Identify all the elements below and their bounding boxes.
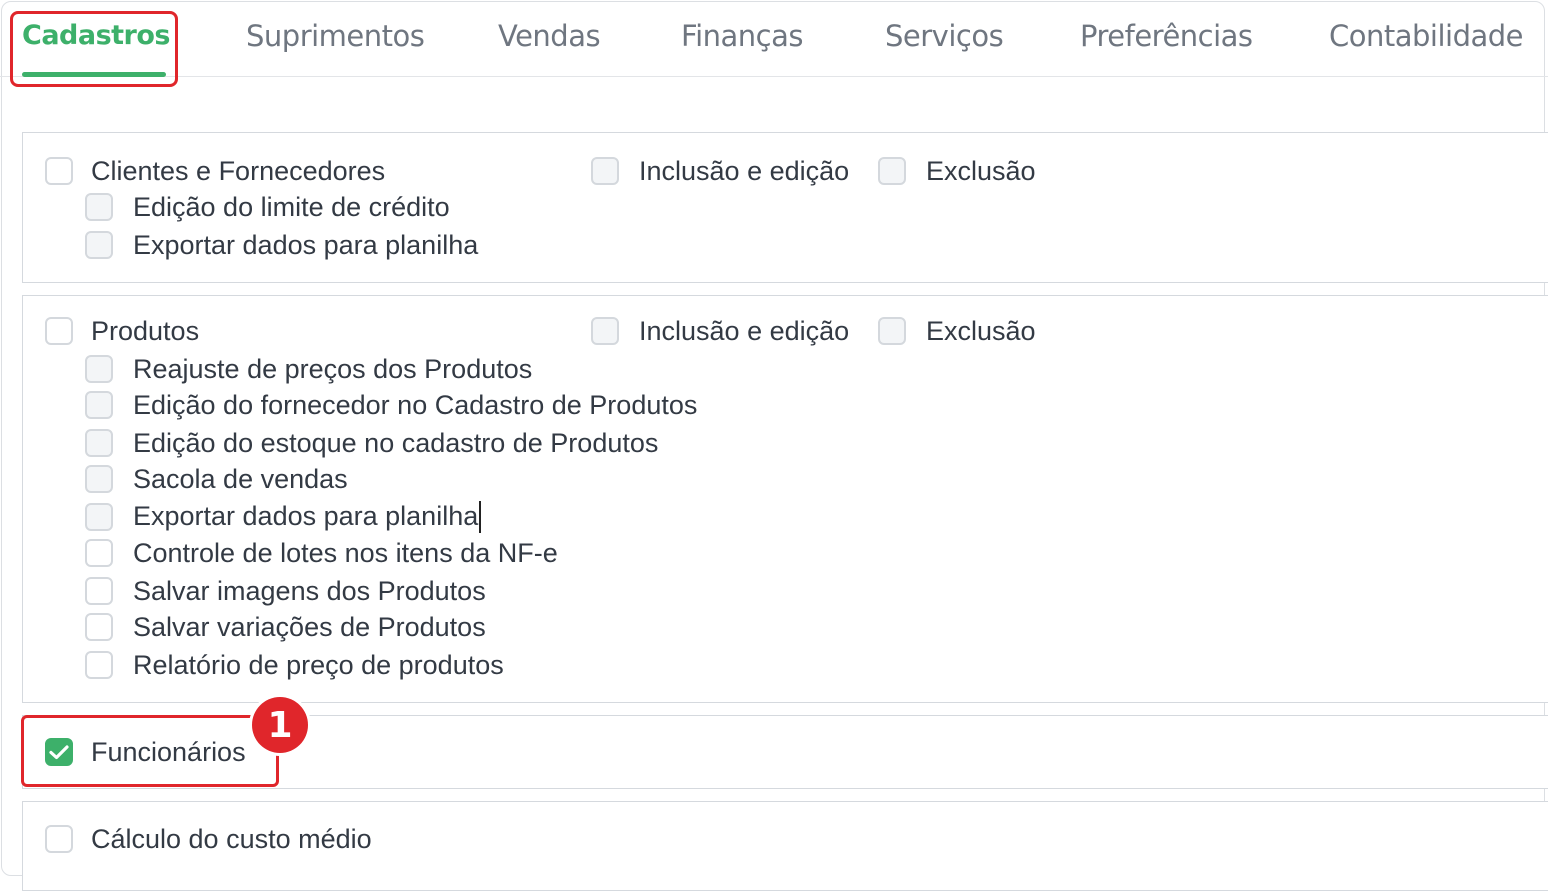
checkbox[interactable] [85, 355, 113, 383]
checkbox[interactable] [85, 539, 113, 567]
checkbox[interactable] [85, 613, 113, 641]
permission-salvar-variacoes[interactable]: Salvar variações de Produtos [85, 610, 486, 644]
checkbox[interactable] [85, 465, 113, 493]
tab-preferencias[interactable]: Preferências [1080, 18, 1253, 54]
permission-clientes-exportar[interactable]: Exportar dados para planilha [85, 228, 478, 262]
tab-highlight-box [10, 11, 178, 87]
checkbox[interactable] [878, 317, 906, 345]
checkbox[interactable] [85, 577, 113, 605]
permission-label: Exclusão [926, 155, 1036, 186]
permission-produtos-exclusao[interactable]: Exclusão [878, 314, 1036, 348]
permission-produtos-inclusao[interactable]: Inclusão e edição [591, 314, 849, 348]
permission-edicao-fornecedor[interactable]: Edição do fornecedor no Cadastro de Prod… [85, 388, 697, 422]
permission-custo-medio[interactable]: Cálculo do custo médio [45, 822, 372, 856]
permission-label: Salvar variações de Produtos [133, 611, 486, 642]
permission-limite-credito[interactable]: Edição do limite de crédito [85, 190, 450, 224]
checkbox[interactable] [85, 193, 113, 221]
checkbox[interactable] [45, 157, 73, 185]
permission-label: Inclusão e edição [639, 315, 850, 346]
permission-label: Reajuste de preços dos Produtos [133, 353, 533, 384]
permission-label: Clientes e Fornecedores [91, 155, 386, 186]
checkbox[interactable] [45, 317, 73, 345]
checkbox[interactable] [85, 651, 113, 679]
permission-produtos-exportar[interactable]: Exportar dados para planilha [85, 500, 482, 534]
permission-label: Edição do fornecedor no Cadastro de Prod… [133, 389, 698, 420]
checkbox[interactable] [85, 503, 113, 531]
permission-label: Exportar dados para planilha [133, 500, 482, 534]
section-produtos: Produtos Inclusão e edição Exclusão Reaj… [22, 295, 1548, 703]
section-clientes-fornecedores: Clientes e Fornecedores Inclusão e ediçã… [22, 132, 1548, 283]
tab-vendas[interactable]: Vendas [498, 18, 601, 54]
permission-sacola-vendas[interactable]: Sacola de vendas [85, 462, 348, 496]
permission-label: Exportar dados para planilha [133, 229, 479, 260]
checkbox[interactable] [85, 429, 113, 457]
tab-financas[interactable]: Finanças [681, 18, 803, 54]
permission-label: Cálculo do custo médio [91, 823, 372, 854]
tab-contabilidade[interactable]: Contabilidade [1329, 18, 1524, 54]
checkbox[interactable] [85, 391, 113, 419]
permission-clientes-fornecedores[interactable]: Clientes e Fornecedores [45, 154, 385, 188]
permission-label: Controle de lotes nos itens da NF-e [133, 537, 558, 568]
permission-clientes-exclusao[interactable]: Exclusão [878, 154, 1036, 188]
permission-label: Inclusão e edição [639, 155, 850, 186]
permission-produtos[interactable]: Produtos [45, 314, 199, 348]
checkbox[interactable] [878, 157, 906, 185]
text-cursor [479, 501, 482, 534]
permission-label: Sacola de vendas [133, 463, 348, 494]
tab-suprimentos[interactable]: Suprimentos [246, 18, 425, 54]
permission-label: Exclusão [926, 315, 1036, 346]
checkbox[interactable] [85, 231, 113, 259]
checkbox[interactable] [591, 157, 619, 185]
permission-relatorio-preco[interactable]: Relatório de preço de produtos [85, 648, 504, 682]
step-number-badge: 1 [252, 697, 308, 753]
permission-label: Salvar imagens dos Produtos [133, 575, 486, 606]
permission-label: Edição do limite de crédito [133, 191, 450, 222]
permission-clientes-inclusao[interactable]: Inclusão e edição [591, 154, 849, 188]
permission-label-text: Exportar dados para planilha [133, 500, 479, 531]
permission-controle-lotes[interactable]: Controle de lotes nos itens da NF-e [85, 536, 558, 570]
permission-label: Edição do estoque no cadastro de Produto… [133, 427, 659, 458]
permission-salvar-imagens[interactable]: Salvar imagens dos Produtos [85, 574, 486, 608]
permission-label: Relatório de preço de produtos [133, 649, 504, 680]
checkbox[interactable] [45, 825, 73, 853]
checkbox[interactable] [591, 317, 619, 345]
permission-edicao-estoque[interactable]: Edição do estoque no cadastro de Produto… [85, 426, 658, 460]
permission-label: Produtos [91, 315, 200, 346]
tab-servicos[interactable]: Serviços [885, 18, 1004, 54]
permission-reajuste-precos[interactable]: Reajuste de preços dos Produtos [85, 352, 532, 386]
funcionarios-highlight-box [21, 715, 279, 787]
tab-bar: Cadastros Suprimentos Vendas Finanças Se… [0, 0, 1548, 77]
